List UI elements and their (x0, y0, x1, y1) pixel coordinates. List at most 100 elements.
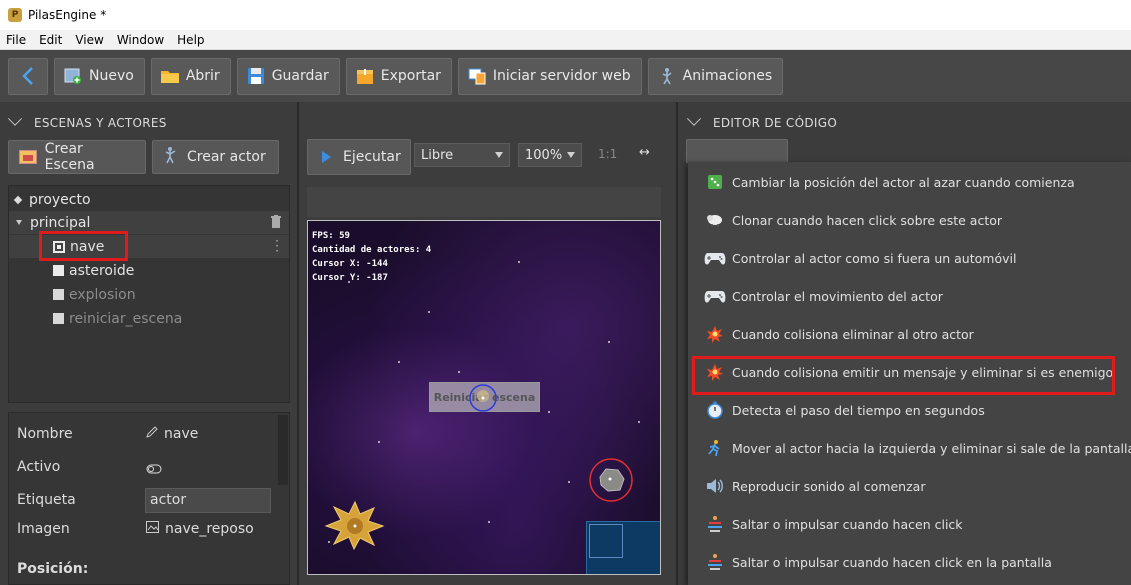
highlight-colisiona-mensaje (692, 356, 1115, 395)
debug-overlay: FPS: 59 Cantidad de actores: 4 Cursor X:… (312, 229, 431, 285)
editor-section-title: EDITOR DE CÓDIGO (713, 116, 838, 130)
actor-icon (53, 265, 64, 276)
cursor-x-text: Cursor X: -144 (312, 259, 388, 269)
star (568, 481, 570, 483)
actor-icon (53, 313, 64, 324)
star (608, 341, 610, 343)
star (488, 521, 490, 523)
recetas-button[interactable] (686, 139, 788, 163)
image-icon (146, 521, 159, 537)
abrir-button[interactable]: Abrir (150, 57, 231, 95)
speaker-icon (704, 475, 726, 497)
nombre-value[interactable]: nave (146, 426, 198, 442)
animaciones-label: Animaciones (682, 68, 773, 84)
tree-actor-label: explosion (69, 286, 136, 303)
gamepad-icon (704, 285, 726, 307)
menu-item-sonido[interactable]: Reproducir sonido al comenzar (704, 473, 925, 499)
menu-edit[interactable]: Edit (33, 33, 69, 47)
menu-item-label: Mover al actor hacia la izquierda y elim… (732, 440, 1131, 456)
stopwatch-icon (704, 399, 726, 421)
folder-icon (160, 66, 180, 86)
expand-horizontal-icon[interactable]: ↔ (639, 145, 650, 160)
menu-item-saltar-click[interactable]: Saltar o impulsar cuando hacen click (704, 511, 963, 537)
floppy-disk-icon (246, 66, 266, 86)
menu-item-colisiona-eliminar[interactable]: Cuando colisiona eliminar al otro actor (704, 321, 974, 347)
editor-section-header[interactable]: EDITOR DE CÓDIGO (686, 111, 838, 130)
game-canvas[interactable]: FPS: 59 Cantidad de actores: 4 Cursor X:… (307, 220, 661, 575)
menu-help[interactable]: Help (171, 33, 211, 47)
chevron-left-icon (22, 67, 33, 85)
menu-item-automovil[interactable]: Controlar al actor como si fuera un auto… (704, 245, 1016, 271)
diamond-icon (13, 195, 23, 204)
jump-icon (704, 513, 726, 535)
actor-figure-icon (163, 146, 179, 168)
explosion-actor[interactable] (324, 499, 386, 551)
pilas-app-icon: P (8, 8, 22, 22)
menu-item-clonar[interactable]: Clonar cuando hacen click sobre este act… (704, 207, 1002, 233)
props-scrollbar[interactable] (278, 415, 288, 485)
menu-item-label: Cuando colisiona eliminar al otro actor (732, 326, 974, 342)
nuevo-label: Nuevo (89, 68, 134, 84)
dropdown-arrow-icon (567, 152, 575, 158)
crear-escena-button[interactable]: Crear Escena (8, 140, 146, 174)
animaciones-button[interactable]: Animaciones (647, 57, 784, 95)
menu-item-posicion-azar[interactable]: Cambiar la posición del actor al azar cu… (704, 169, 1075, 195)
servidor-button[interactable]: Iniciar servidor web (457, 57, 642, 95)
crear-actor-button[interactable]: Crear actor (152, 140, 279, 174)
etiqueta-label: Etiqueta (17, 492, 76, 508)
asteroid-actor[interactable] (588, 457, 634, 503)
menu-item-tiempo[interactable]: Detecta el paso del tiempo en segundos (704, 397, 985, 423)
menu-item-mover-izquierda[interactable]: Mover al actor hacia la izquierda y elim… (704, 435, 1131, 461)
sheep-icon (704, 209, 726, 231)
menu-view[interactable]: View (69, 33, 110, 47)
trash-icon[interactable] (271, 215, 281, 232)
ship-actor[interactable] (467, 382, 499, 414)
imagen-value[interactable]: nave_reposo (146, 521, 254, 537)
menu-file[interactable]: File (0, 33, 33, 47)
scenes-section-header[interactable]: ESCENAS Y ACTORES (7, 111, 167, 130)
exportar-button[interactable]: Exportar (345, 57, 452, 95)
zoom-select[interactable]: 100% (518, 143, 582, 167)
star (458, 371, 460, 373)
star (428, 311, 430, 313)
crear-escena-label: Crear Escena (44, 141, 95, 173)
tree-proyecto-label: proyecto (29, 191, 91, 208)
guardar-button[interactable]: Guardar (236, 57, 340, 95)
explosion-icon (704, 323, 726, 345)
panel-divider[interactable] (676, 102, 678, 585)
back-button[interactable] (8, 57, 48, 95)
tree-proyecto[interactable]: proyecto (9, 188, 289, 211)
etiqueta-input[interactable]: actor (145, 488, 271, 513)
activo-label: Activo (17, 459, 61, 475)
camera-select[interactable]: Libre (414, 143, 510, 167)
dancer-icon (657, 66, 677, 86)
scenes-section-title: ESCENAS Y ACTORES (34, 116, 167, 130)
ejecutar-button[interactable]: Ejecutar (307, 139, 411, 175)
dropdown-arrow-icon (495, 152, 503, 158)
cursor-y-text: Cursor Y: -187 (312, 273, 388, 283)
camera-select-value: Libre (421, 147, 454, 163)
tree-actor-asteroide[interactable]: asteroide (9, 259, 289, 282)
ratio-button[interactable]: 1:1 (598, 147, 617, 161)
abrir-label: Abrir (185, 68, 220, 84)
star (548, 411, 550, 413)
menu-window[interactable]: Window (111, 33, 171, 47)
tree-actor-explosion[interactable]: explosion (9, 283, 289, 306)
menu-item-label: Saltar o impulsar cuando hacen click en … (732, 554, 1052, 570)
menu-item-controlar-movimiento[interactable]: Controlar el movimiento del actor (704, 283, 943, 309)
expand-triangle-icon (16, 220, 22, 225)
menu-item-label: Controlar al actor como si fuera un auto… (732, 250, 1017, 266)
more-options-icon[interactable]: · · · (275, 235, 279, 257)
tree-actor-reiniciar-escena[interactable]: reiniciar_escena (9, 307, 289, 330)
nuevo-button[interactable]: Nuevo (54, 57, 145, 95)
tree-actor-label: asteroide (69, 262, 135, 279)
menu-item-saltar-pantalla[interactable]: Saltar o impulsar cuando hacen click en … (704, 549, 1052, 575)
star (398, 361, 400, 363)
imagen-label: Imagen (17, 521, 70, 537)
play-icon (322, 151, 331, 163)
actor-count-text: Cantidad de actores: 4 (312, 245, 432, 255)
chevron-down-icon (7, 111, 23, 126)
activo-toggle[interactable] (146, 462, 162, 478)
minimap (586, 521, 660, 574)
toolbar: Nuevo Abrir Guardar Exportar Iniciar ser… (0, 50, 1131, 102)
